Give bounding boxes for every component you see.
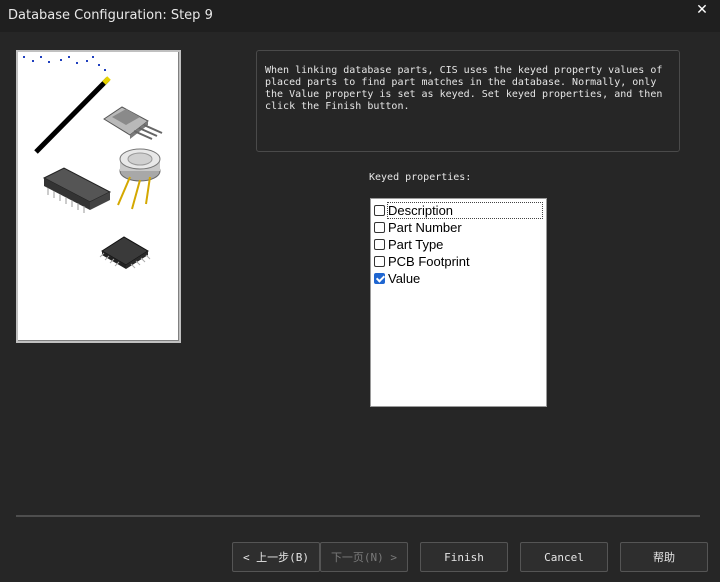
instructions-text: When linking database parts, CIS uses th… [265, 65, 663, 112]
next-button[interactable]: 下一页(N) > [320, 542, 408, 572]
keyed-item-part-type[interactable]: Part Type [373, 236, 543, 253]
keyed-item-label: Value [388, 271, 421, 286]
title-bar: Database Configuration: Step 9 ✕ [0, 0, 720, 32]
keyed-item-part-number[interactable]: Part Number [373, 219, 543, 236]
finish-button[interactable]: Finish [420, 542, 508, 572]
keyed-item-description[interactable]: Description [373, 202, 543, 219]
checkbox-description[interactable] [374, 205, 385, 216]
checkbox-part-number[interactable] [374, 222, 385, 233]
checkbox-pcb-footprint[interactable] [374, 256, 385, 267]
keyed-properties-label: Keyed properties: [369, 172, 472, 183]
wizard-illustration [16, 50, 181, 343]
cancel-button[interactable]: Cancel [520, 542, 608, 572]
checkbox-value[interactable] [374, 273, 385, 284]
instructions-box: When linking database parts, CIS uses th… [256, 50, 680, 152]
help-button[interactable]: 帮助 [620, 542, 708, 572]
keyed-item-value[interactable]: Value [373, 270, 543, 287]
keyed-item-label: Part Number [388, 220, 462, 235]
keyed-item-label: Part Type [388, 237, 444, 252]
footer-divider [16, 515, 700, 517]
keyed-item-label: Description [387, 202, 543, 219]
checkbox-part-type[interactable] [374, 239, 385, 250]
window-title: Database Configuration: Step 9 [8, 8, 213, 23]
keyed-item-label: PCB Footprint [388, 254, 470, 269]
keyed-properties-list[interactable]: Description Part Number Part Type PCB Fo… [370, 198, 547, 407]
keyed-item-pcb-footprint[interactable]: PCB Footprint [373, 253, 543, 270]
back-button[interactable]: < 上一步(B) [232, 542, 320, 572]
electronic-parts-illustration [23, 56, 163, 269]
close-icon[interactable]: ✕ [694, 2, 710, 18]
